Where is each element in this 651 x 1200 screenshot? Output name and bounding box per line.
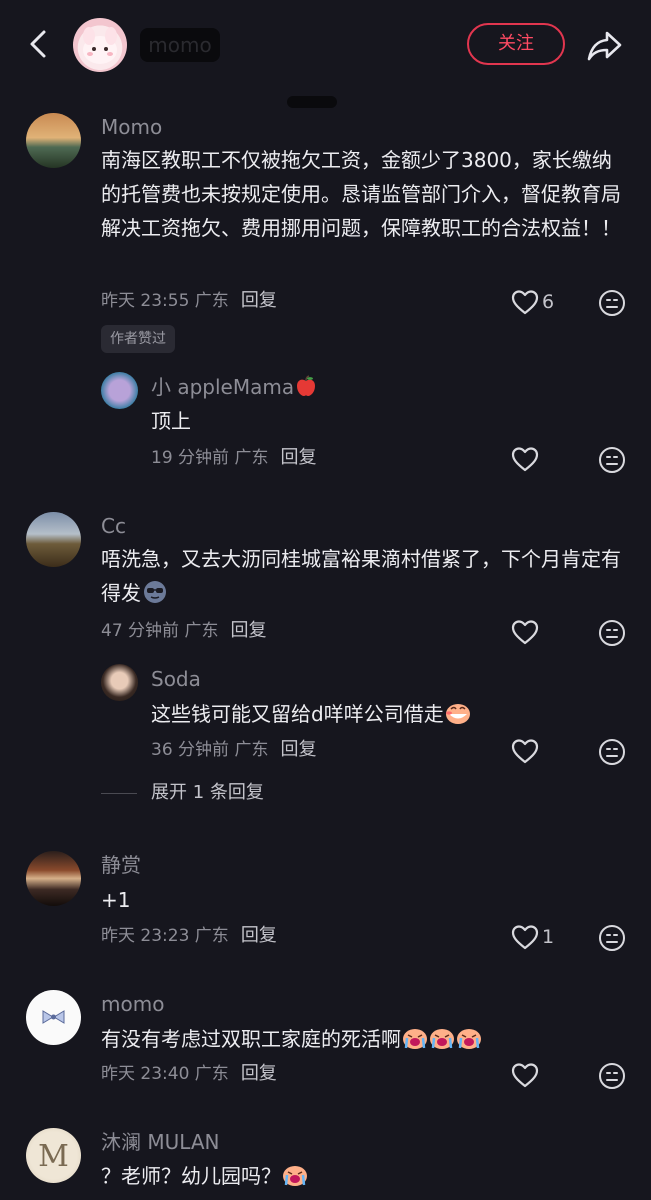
comment-face-icon[interactable] — [598, 1062, 626, 1090]
heart-icon[interactable] — [511, 619, 539, 645]
grin-emoji — [445, 704, 470, 724]
crying-emoji — [430, 1029, 454, 1049]
expand-divider — [101, 793, 137, 794]
avatar[interactable]: M — [26, 1128, 81, 1183]
back-icon[interactable] — [22, 26, 58, 62]
comment-username[interactable]: Momo — [101, 114, 162, 140]
redaction-mark — [287, 96, 337, 108]
reply-text: 顶上 — [151, 409, 191, 433]
crying-emoji — [457, 1029, 481, 1049]
comment-time: 昨天 23:40 广东 — [101, 1064, 229, 1084]
svg-text:M: M — [38, 1139, 69, 1174]
reply-button[interactable]: 回复 — [241, 1063, 277, 1084]
avatar[interactable] — [101, 664, 138, 701]
comment-time: 昨天 23:55 广东 — [101, 291, 229, 311]
like-count: 1 — [542, 926, 555, 948]
avatar[interactable] — [26, 990, 81, 1045]
reply-username[interactable]: 小 appleMama — [151, 374, 318, 400]
reply-text: 这些钱可能又留给d咩咩公司借走 — [151, 697, 471, 731]
comment-username[interactable]: momo — [101, 991, 164, 1017]
comment-username[interactable]: 沐澜 MULAN — [101, 1129, 220, 1155]
comment-text: +1 — [101, 888, 131, 912]
comment-meta: 36 分钟前 广东 回复 — [151, 738, 316, 762]
author-liked-badge: 作者赞过 — [101, 325, 175, 353]
apple-emoji — [297, 375, 316, 396]
comment-face-icon[interactable] — [598, 738, 626, 766]
comment-meta: 昨天 23:55 广东 回复 — [101, 289, 277, 313]
comment-time: 19 分钟前 广东 — [151, 448, 269, 468]
avatar[interactable] — [26, 512, 81, 567]
comment-username[interactable]: 静赏 — [101, 852, 141, 878]
sunglasses-emoji — [144, 581, 166, 603]
comment-meta: 47 分钟前 广东 回复 — [101, 619, 266, 643]
comment-meta: 昨天 23:40 广东 回复 — [101, 1062, 277, 1086]
comment-face-icon[interactable] — [598, 446, 626, 474]
like-count: 6 — [542, 291, 555, 313]
reply-button[interactable]: 回复 — [280, 739, 316, 760]
comment-time: 昨天 23:23 广东 — [101, 926, 229, 946]
author-avatar[interactable] — [73, 18, 127, 72]
avatar[interactable] — [26, 113, 81, 168]
heart-icon[interactable] — [511, 1062, 539, 1088]
heart-icon[interactable] — [511, 446, 539, 472]
comment-face-icon[interactable] — [598, 924, 626, 952]
heart-icon[interactable] — [511, 738, 539, 764]
crying-emoji — [283, 1166, 307, 1186]
expand-replies-button[interactable]: 展开 1 条回复 — [151, 780, 264, 806]
comment-username[interactable]: Cc — [101, 513, 126, 539]
reply-button[interactable]: 回复 — [230, 620, 266, 641]
comment-meta: 昨天 23:23 广东 回复 — [101, 924, 277, 948]
heart-icon[interactable] — [511, 924, 539, 950]
comment-text: 有没有考虑过双职工家庭的死活啊 — [101, 1022, 482, 1056]
reply-username[interactable]: Soda — [151, 666, 201, 692]
author-name[interactable]: momo — [140, 28, 220, 62]
heart-icon[interactable] — [511, 289, 539, 315]
reply-button[interactable]: 回复 — [241, 290, 277, 311]
comment-face-icon[interactable] — [598, 289, 626, 317]
comment-text: 唔洗急，又去大沥同桂城富裕果滴村借紧了，下个月肯定有得发 — [101, 547, 621, 605]
avatar[interactable] — [26, 851, 81, 906]
comment-time: 47 分钟前 广东 — [101, 621, 219, 641]
avatar[interactable] — [101, 372, 138, 409]
reply-button[interactable]: 回复 — [241, 925, 277, 946]
comment-text: ？老师？幼儿园吗？ — [101, 1159, 308, 1193]
comment-face-icon[interactable] — [598, 619, 626, 647]
comment-time: 36 分钟前 广东 — [151, 740, 269, 760]
comment-text: 南海区教职工不仅被拖欠工资，金额少了3800，家长缴纳的托管费也未按规定使用。恳… — [101, 148, 621, 240]
comment-meta: 19 分钟前 广东 回复 — [151, 446, 316, 470]
reply-button[interactable]: 回复 — [280, 447, 316, 468]
crying-emoji — [403, 1029, 427, 1049]
share-icon[interactable] — [585, 25, 625, 65]
follow-button[interactable]: 关注 — [467, 23, 565, 65]
top-bar: momo 关注 — [0, 0, 651, 90]
